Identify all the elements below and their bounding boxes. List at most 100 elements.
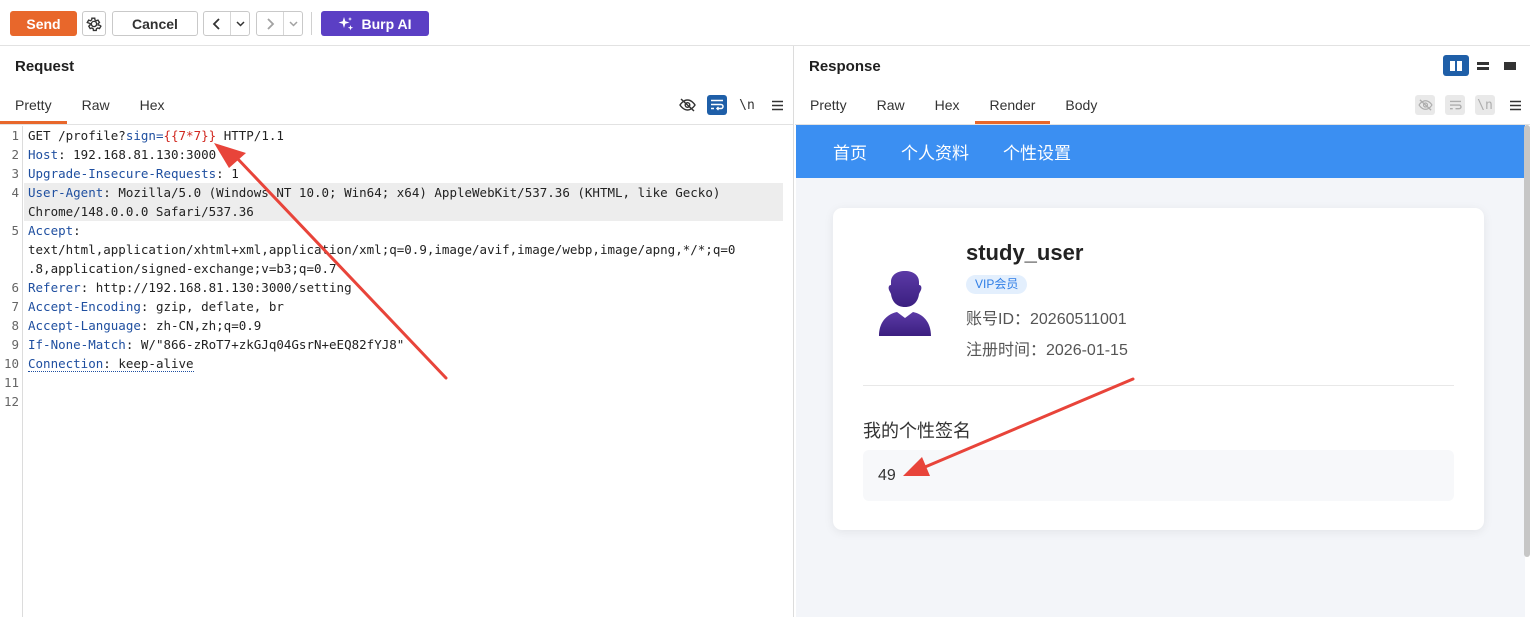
- show-newlines-toggle[interactable]: \n: [1475, 95, 1495, 115]
- layout-stacked-button[interactable]: [1470, 55, 1496, 76]
- chevron-right-icon: [267, 17, 275, 30]
- line-number: 2: [11, 147, 19, 162]
- layout-side-by-side-button[interactable]: [1443, 55, 1469, 76]
- header-name: Upgrade-Insecure-Requests: [28, 166, 217, 181]
- chevron-down-icon: [288, 20, 298, 27]
- single-panel-icon: [1504, 61, 1516, 70]
- request-editor[interactable]: 1 2 3 4 5 6 7 8 9 10 11 12 GET /profile?…: [0, 126, 793, 617]
- request-tabs: Pretty Raw Hex: [0, 92, 180, 124]
- toolbar-divider: [311, 12, 312, 35]
- request-line-10: Connection: keep-alive: [28, 356, 194, 372]
- request-line-7: Accept-Encoding: gzip, deflate, br: [28, 299, 284, 314]
- wrap-icon: [1449, 100, 1462, 109]
- line-number: 12: [3, 394, 19, 409]
- account-id: 账号ID：20260511001: [966, 311, 1127, 328]
- response-tabs: Pretty Raw Hex Render Body: [795, 92, 1112, 124]
- header-name: User-Agent: [28, 185, 104, 200]
- header-value: : 1: [216, 166, 239, 181]
- send-button[interactable]: Send: [10, 11, 77, 36]
- settings-button[interactable]: [82, 11, 106, 36]
- line-number: 9: [11, 337, 19, 352]
- history-back-button[interactable]: [204, 12, 231, 35]
- burp-ai-label: Burp AI: [361, 15, 412, 32]
- request-line-2: Host: 192.168.81.130:3000: [28, 147, 216, 162]
- signature-title: 我的个性签名: [863, 421, 971, 441]
- nav-link-settings[interactable]: 个性设置: [1003, 139, 1071, 164]
- request-method-path: GET /profile?: [28, 128, 126, 143]
- nav-link-profile[interactable]: 个人资料: [901, 139, 969, 164]
- line-number: 10: [3, 356, 19, 371]
- nav-link-home[interactable]: 首页: [833, 139, 867, 164]
- header-value: : Mozilla/5.0 (Windows NT 10.0; Win64; x…: [103, 185, 721, 200]
- header-value: : http://192.168.81.130:3000/setting: [80, 280, 352, 295]
- tab-hex[interactable]: Hex: [920, 92, 975, 124]
- request-pane: Request Pretty Raw Hex \n 1 2 3 4 5 6 7 …: [0, 46, 794, 617]
- request-line-4: User-Agent: Mozilla/5.0 (Windows NT 10.0…: [28, 185, 720, 200]
- line-number: 6: [11, 280, 19, 295]
- request-menu-button[interactable]: [767, 95, 787, 115]
- header-name: Host: [28, 147, 59, 162]
- header-value: : zh-CN,zh;q=0.9: [140, 318, 262, 333]
- signature-box: 49: [863, 450, 1454, 501]
- request-line-8: Accept-Language: zh-CN,zh;q=0.9: [28, 318, 261, 333]
- chevron-left-icon: [212, 17, 220, 30]
- menu-icon: [1509, 100, 1521, 110]
- profile-card: study_user VIP会员 账号ID：20260511001 注册时间：2…: [833, 208, 1484, 530]
- word-wrap-toggle[interactable]: [1445, 95, 1465, 115]
- request-editor-tools: \n: [677, 95, 787, 115]
- line-number: 3: [11, 166, 19, 181]
- card-divider: [863, 385, 1454, 386]
- history-forward-button[interactable]: [257, 12, 284, 35]
- word-wrap-toggle[interactable]: [707, 95, 727, 115]
- response-menu-button[interactable]: [1505, 95, 1525, 115]
- tab-pretty[interactable]: Pretty: [795, 92, 862, 124]
- response-title: Response: [809, 58, 881, 75]
- show-newlines-toggle[interactable]: \n: [737, 95, 757, 115]
- request-line-1: GET /profile?sign={{7*7}} HTTP/1.1: [28, 128, 284, 143]
- burp-repeater-window: Send Cancel Burp AI Request Pretty Raw H…: [0, 0, 1530, 617]
- site-nav-bar: 首页 个人资料 个性设置: [796, 125, 1525, 178]
- register-time: 注册时间：2026-01-15: [966, 342, 1128, 359]
- tab-raw[interactable]: Raw: [862, 92, 920, 124]
- header-name: Accept-Encoding: [28, 299, 141, 314]
- layout-switcher: [1443, 55, 1523, 76]
- menu-icon: [771, 100, 783, 110]
- eye-off-icon: [1417, 99, 1433, 111]
- tab-pretty[interactable]: Pretty: [0, 92, 67, 124]
- tab-hex[interactable]: Hex: [125, 92, 180, 124]
- signature-value: 49: [878, 467, 896, 484]
- request-line-5-wrap-2: .8,application/signed-exchange;v=b3;q=0.…: [28, 261, 337, 276]
- request-line-5: Accept:: [28, 223, 81, 238]
- header-name: Connection: [28, 356, 104, 371]
- chevron-down-icon: [235, 20, 245, 27]
- username: study_user: [966, 240, 1084, 265]
- request-line-6: Referer: http://192.168.81.130:3000/sett…: [28, 280, 352, 295]
- hide-nonprintable-button[interactable]: [677, 95, 697, 115]
- header-name: Referer: [28, 280, 81, 295]
- request-line-4-wrap: Chrome/148.0.0.0 Safari/537.36: [28, 204, 254, 219]
- cancel-button[interactable]: Cancel: [112, 11, 198, 36]
- line-number: 4: [11, 185, 19, 200]
- avatar: [879, 271, 931, 336]
- tab-body[interactable]: Body: [1050, 92, 1112, 124]
- render-scrollbar[interactable]: [1524, 125, 1530, 557]
- burp-ai-button[interactable]: Burp AI: [321, 11, 429, 36]
- history-forward-group: [256, 11, 303, 36]
- header-value: : gzip, deflate, br: [140, 299, 284, 314]
- request-title: Request: [15, 58, 75, 75]
- line-number: 5: [11, 223, 19, 238]
- response-editor-tools: \n: [1415, 95, 1525, 115]
- history-back-dropdown[interactable]: [231, 12, 249, 35]
- header-name: Accept: [28, 223, 74, 238]
- tab-render[interactable]: Render: [974, 92, 1051, 124]
- history-forward-dropdown[interactable]: [284, 12, 302, 35]
- header-name: If-None-Match: [28, 337, 126, 352]
- line-number: 11: [3, 375, 19, 390]
- tab-raw[interactable]: Raw: [67, 92, 125, 124]
- hide-nonprintable-button[interactable]: [1415, 95, 1435, 115]
- http-version: HTTP/1.1: [216, 128, 284, 143]
- header-value: : keep-alive: [103, 356, 194, 371]
- request-line-9: If-None-Match: W/"866-zRoT7+zkGJq04GsrN+…: [28, 337, 404, 352]
- request-line-5-wrap-1: text/html,application/xhtml+xml,applicat…: [28, 242, 736, 257]
- layout-single-button[interactable]: [1497, 55, 1523, 76]
